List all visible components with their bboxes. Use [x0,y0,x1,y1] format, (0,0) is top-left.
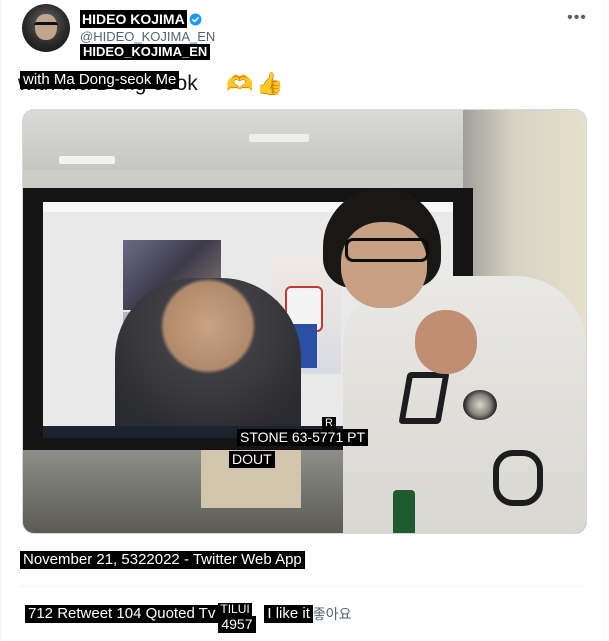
author-handle[interactable]: @HIDEO_KOJIMA_EN [80,29,215,44]
author-handle-overlay: HIDEO_KOJIMA_EN [80,44,211,60]
photo-bottle [393,490,415,533]
photo-label-r: R [322,417,336,429]
likes-count-overlay: TILUI [218,602,252,616]
verified-badge-icon [189,13,202,25]
photo-ceiling-light [249,134,309,142]
likes-count-number: 4957 [218,616,256,633]
tweet-stats-row: 712 Retweet 104 Quoted Tv TILUI 4957 I l… [25,603,352,633]
likes-count[interactable]: TILUI 4957 [218,602,262,635]
photo-ceiling-light [59,156,115,164]
photo-person-on-screen [115,278,301,438]
retweets-quotes-count[interactable]: 712 Retweet 104 Quoted Tv [25,605,219,623]
tweet-text-overlay: with Ma Dong-seok Me [20,71,180,89]
photo-shirt-print [493,450,543,506]
photo-label-stone: STONE 63-5771 PT [237,429,369,446]
photo-wristwatch [463,390,497,420]
thumbs-up-emoji-icon: 👍 [256,71,284,96]
stats-divider [20,586,586,587]
photo-person-face [341,222,427,308]
photo-label-dout: DOUT [229,451,275,468]
author-display-name[interactable]: HIDEO KOJIMA [80,10,187,28]
heart-hands-emoji-icon: 🫶 [226,71,254,96]
timeline-border-right [604,0,605,641]
more-options-icon[interactable]: ••• [566,8,588,28]
timeline-border-left [0,0,1,641]
author-name-row: HIDEO KOJIMA [80,10,202,28]
photo-person-hand [415,310,477,374]
avatar-glasses [34,22,58,32]
likes-label[interactable]: I like it [264,605,313,623]
tweet-photo[interactable] [22,109,587,534]
author-avatar[interactable] [22,4,70,52]
tweet-timestamp-source[interactable]: November 21, 5322022 - Twitter Web App [20,551,305,569]
photo-person-glasses [345,238,429,262]
likes-label-korean: 좋아요 [312,606,352,622]
